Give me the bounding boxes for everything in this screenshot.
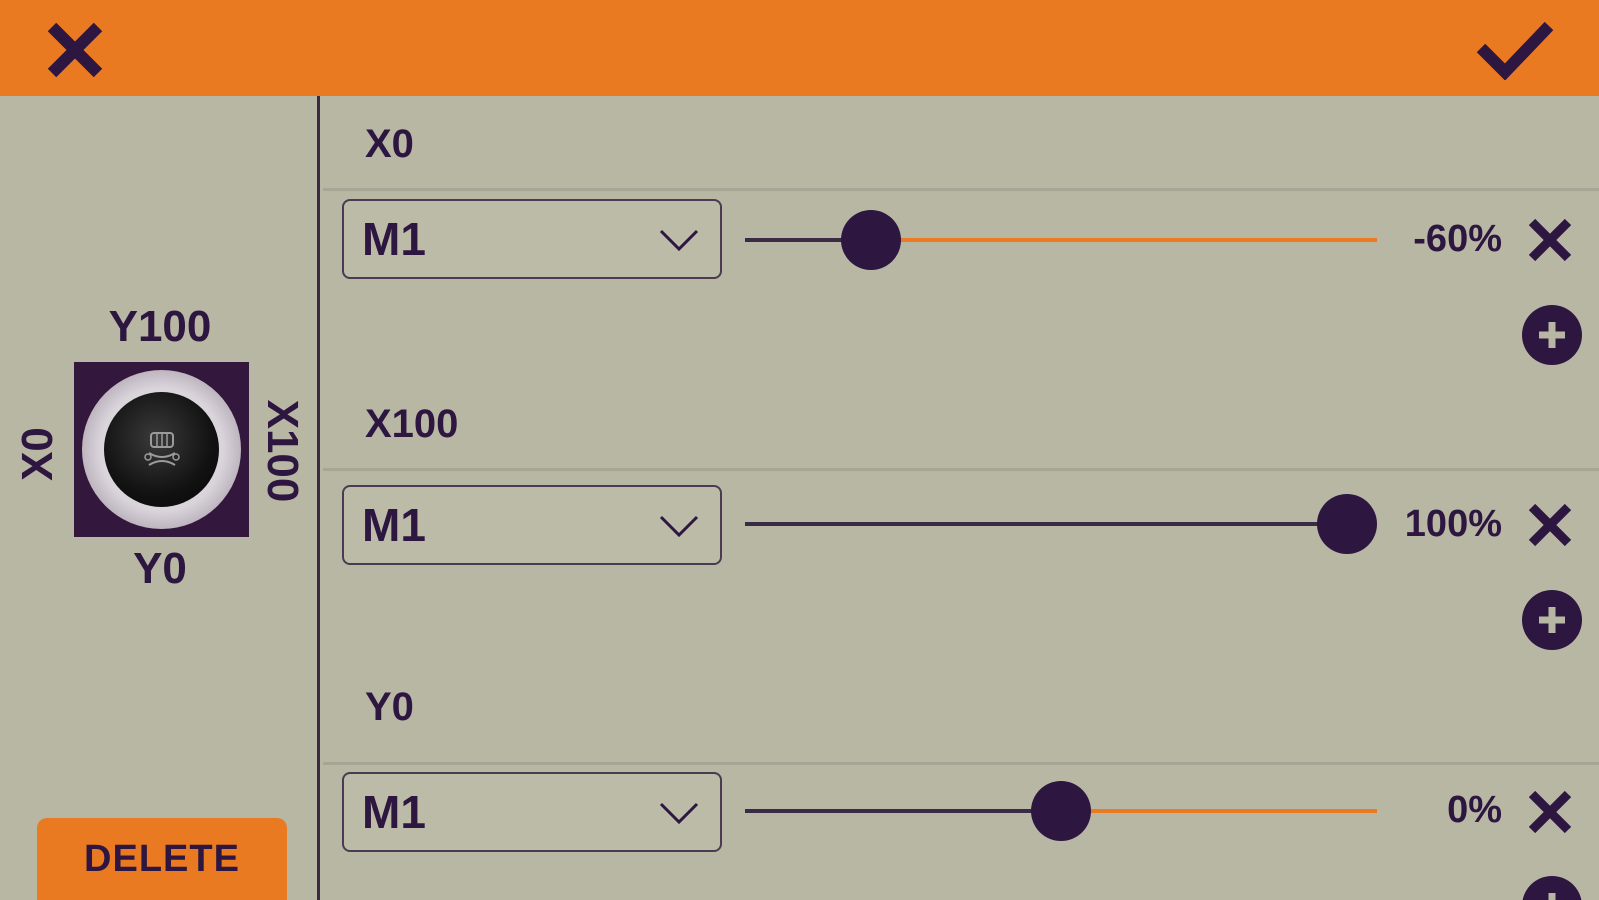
remove-mapping-button[interactable] <box>1522 497 1578 553</box>
remove-mapping-button[interactable] <box>1522 784 1578 840</box>
divider <box>323 762 1599 765</box>
close-icon <box>47 22 103 78</box>
sidebar: Y100 X0 X100 Y0 <box>0 96 320 900</box>
delete-button[interactable]: DELETE <box>37 818 287 900</box>
value-slider[interactable] <box>745 494 1377 554</box>
target-select[interactable]: M1 <box>342 199 722 279</box>
target-select-value: M1 <box>362 499 426 551</box>
plus-icon <box>1539 607 1565 633</box>
target-select-value: M1 <box>362 213 426 265</box>
close-icon <box>1528 503 1572 547</box>
plus-icon <box>1539 322 1565 348</box>
close-icon <box>1528 790 1572 834</box>
section-label-x100: X100 <box>365 402 459 446</box>
close-icon <box>1528 218 1572 262</box>
target-select-value: M1 <box>362 786 426 838</box>
value-label: 100% <box>1404 503 1502 545</box>
section-label-x0: X0 <box>365 122 414 166</box>
chevron-down-icon <box>659 515 699 538</box>
remove-mapping-button[interactable] <box>1522 212 1578 268</box>
target-select[interactable]: M1 <box>342 772 722 852</box>
pad-knob-ring <box>82 370 241 529</box>
value-label: 0% <box>1447 789 1502 831</box>
slider-thumb[interactable] <box>841 210 902 270</box>
close-button[interactable] <box>40 18 110 82</box>
pad-top-label: Y100 <box>108 302 212 351</box>
slider-fill <box>745 522 1347 526</box>
pad-bottom-label: Y0 <box>133 544 187 593</box>
plus-icon <box>1548 893 1556 900</box>
target-select[interactable]: M1 <box>342 485 722 565</box>
section-label-y0: Y0 <box>365 685 414 729</box>
slider-fill <box>745 809 1061 813</box>
chevron-down-icon <box>659 802 699 825</box>
pad-left-label: X0 <box>13 427 62 481</box>
pad-knob[interactable] <box>104 392 219 507</box>
controller-icon <box>143 431 180 466</box>
slider-thumb[interactable] <box>1031 781 1091 841</box>
value-label: -60% <box>1413 218 1502 260</box>
add-mapping-button[interactable] <box>1522 305 1582 365</box>
value-slider[interactable] <box>745 781 1377 841</box>
top-bar <box>0 0 1599 96</box>
confirm-button[interactable] <box>1470 14 1560 84</box>
add-mapping-button[interactable] <box>1522 590 1582 650</box>
divider <box>323 468 1599 471</box>
add-mapping-button[interactable] <box>1522 876 1582 900</box>
check-icon <box>1476 21 1554 80</box>
divider <box>323 188 1599 191</box>
chevron-down-icon <box>659 229 699 252</box>
pad-right-label: X100 <box>258 399 307 503</box>
value-slider[interactable] <box>745 210 1377 270</box>
xy-pad[interactable] <box>74 362 249 537</box>
